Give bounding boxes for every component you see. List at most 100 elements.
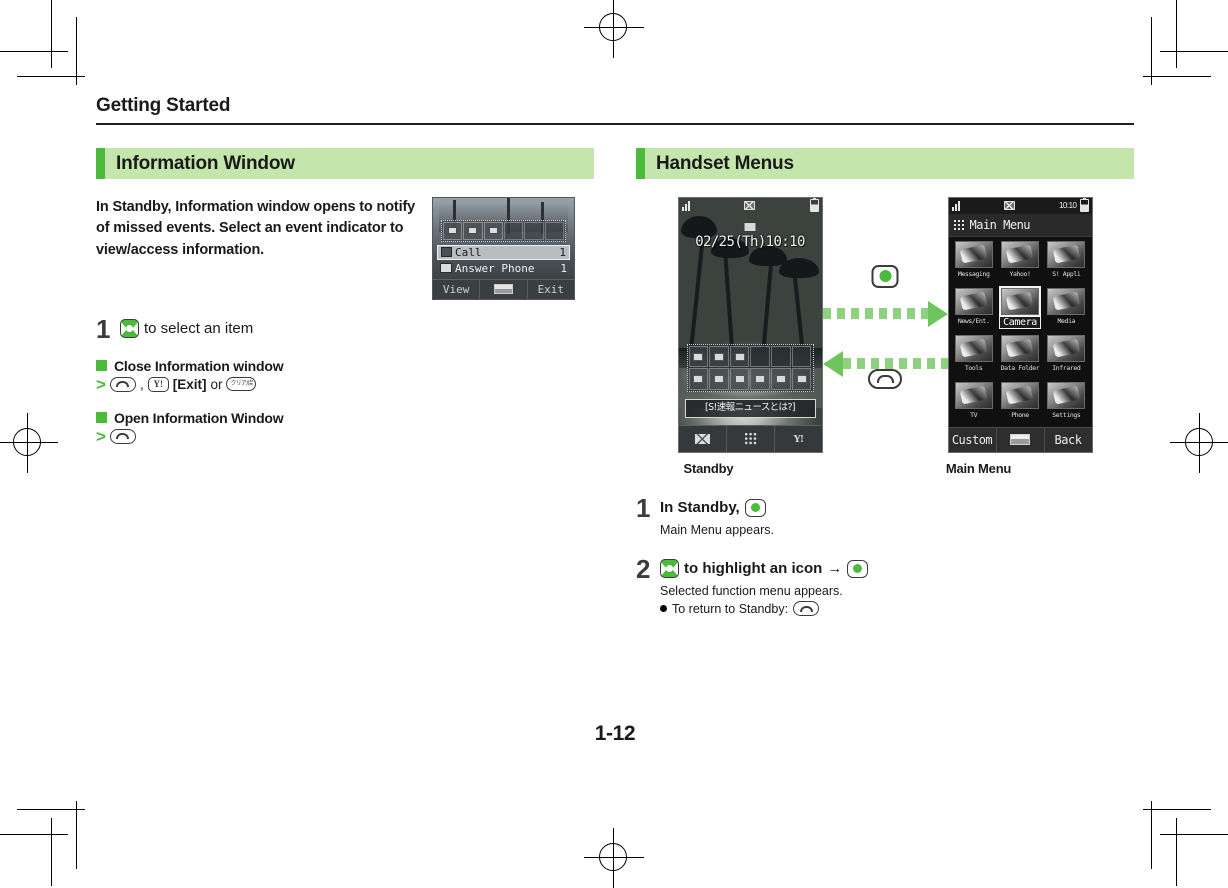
softkey-center[interactable] [997, 427, 1045, 452]
signal-icon [951, 200, 960, 211]
tray-icon[interactable] [688, 368, 709, 390]
running-head: Getting Started [96, 95, 231, 116]
menu-item-yahoo[interactable]: Yahoo! [997, 239, 1043, 286]
answer-phone-icon [440, 263, 452, 274]
right-step-2: 2 to highlight an icon → Selected functi… [636, 556, 1134, 617]
tray-icon[interactable] [729, 345, 750, 368]
multi-selector-key-icon[interactable] [120, 319, 139, 339]
flow-forward-key[interactable] [871, 264, 899, 288]
page-content: Getting Started Information Window In St… [96, 95, 1134, 816]
main-menu-title: Main Menu [969, 217, 1031, 232]
tray-icon[interactable] [791, 345, 812, 368]
tray-icon[interactable] [709, 368, 729, 390]
softkey-view[interactable]: View [433, 279, 481, 299]
main-menu-icon [743, 432, 757, 446]
section-title: Handset Menus [656, 152, 794, 174]
menu-item-messaging[interactable]: Messaging [951, 239, 997, 286]
softkey-custom[interactable]: Custom [949, 427, 997, 452]
bullet-dot-icon [660, 605, 667, 613]
left-step-1: 1 to select an item [96, 316, 594, 342]
tray-icon[interactable] [729, 368, 750, 390]
or-label: or [210, 376, 223, 392]
step-number: 1 [636, 492, 651, 523]
menu-item-label: Media [1057, 316, 1076, 325]
tray-icon[interactable] [709, 345, 729, 368]
menu-item-settings[interactable]: Settings [1043, 380, 1089, 427]
standby-status-bar [679, 197, 822, 214]
tray-icon[interactable] [750, 345, 771, 368]
info-row-call[interactable]: Call 1 [437, 244, 570, 260]
main-menu-softkey-bar: Custom Back [948, 426, 1092, 452]
flow-back-key[interactable] [868, 368, 902, 389]
infrared-icon [1047, 334, 1086, 362]
menu-item-media[interactable]: Media [1043, 286, 1089, 333]
end-key-icon[interactable] [793, 601, 820, 617]
menu-item-phone[interactable]: Phone [997, 380, 1043, 427]
tray-icon[interactable] [771, 368, 791, 390]
left-column: Information Window In Standby, Informati… [96, 147, 594, 617]
tray-icon[interactable] [750, 368, 771, 390]
end-key-icon[interactable] [868, 368, 902, 389]
softkey-center[interactable] [480, 279, 528, 299]
center-key-icon[interactable] [847, 559, 869, 578]
menu-item-label: Camera [999, 315, 1041, 329]
tray-icon[interactable] [791, 368, 812, 390]
menu-item-camera[interactable]: Camera [997, 285, 1043, 333]
softkey-yahoo[interactable]: Y! [775, 426, 822, 452]
menu-item-label: Phone [1011, 410, 1029, 419]
s-appli-icon [1047, 240, 1086, 268]
center-key-icon[interactable] [871, 264, 899, 288]
bar-icon [1010, 434, 1030, 446]
menu-item-s-appli[interactable]: S! Appli [1043, 239, 1089, 286]
menu-item-data-folder[interactable]: Data Folder [997, 333, 1043, 380]
standby-icon-tray[interactable] [686, 343, 814, 392]
comma-separator: , [139, 376, 144, 392]
registration-mark-right [1170, 413, 1228, 473]
end-key-icon[interactable] [109, 376, 136, 392]
yahoo-icon [1000, 240, 1039, 268]
standby-screenshot: 02/25(Th)10:10 [S!速報ニュースとは?] Y! [677, 196, 823, 453]
right-column: Handset Menus 02/25(Th)10:10 [S!速報ニュースとは… [636, 147, 1134, 617]
header-rule [96, 122, 1134, 125]
tray-icon[interactable] [688, 345, 709, 368]
page-number: 1-12 [594, 722, 636, 745]
menu-item-label: S! Appli [1052, 269, 1081, 278]
main-menu-title-bar: Main Menu [948, 213, 1092, 237]
right-step-1: 1 In Standby, Main Menu appears. [636, 492, 1134, 540]
info-row-count: 1 [559, 245, 566, 259]
softkey-mail[interactable] [679, 425, 727, 452]
step-note: Main Menu appears. [660, 522, 774, 537]
center-key-icon[interactable] [744, 498, 766, 517]
menu-item-label: Settings [1052, 410, 1081, 419]
lead-paragraph: In Standby, Information window opens to … [96, 198, 416, 258]
signal-icon [681, 200, 690, 211]
clear-key-icon[interactable]: クリア/戻 [226, 377, 257, 392]
section-header-handset-menus: Handset Menus [636, 147, 1134, 179]
yahoo-key-icon[interactable]: Y! [147, 376, 169, 392]
bullet-text: To return to Standby: [672, 601, 789, 616]
softkey-back[interactable]: Back [1045, 428, 1092, 452]
menu-item-tools[interactable]: Tools [951, 333, 997, 380]
softkey-exit[interactable]: Exit [528, 280, 574, 299]
tray-icon[interactable] [771, 345, 791, 368]
menu-item-news-ent[interactable]: News/Ent. [951, 286, 997, 333]
news-ent-icon [954, 287, 993, 315]
end-key-icon[interactable] [109, 428, 136, 444]
step-text: In Standby, [660, 498, 740, 516]
media-icon [1047, 287, 1086, 315]
menu-item-tv[interactable]: TV [951, 380, 997, 427]
call-icon [441, 247, 452, 258]
flow-connector [822, 197, 948, 453]
battery-icon [809, 197, 819, 213]
menu-item-infrared[interactable]: Infrared [1043, 333, 1089, 380]
softkey-main-menu[interactable] [727, 425, 775, 452]
phone-icon [1000, 381, 1039, 409]
battery-icon [1079, 197, 1089, 213]
standby-news-ticker[interactable]: [S!速報ニュースとは?] [684, 398, 816, 418]
clear-key-text: クリア/戻 [230, 380, 253, 388]
info-row-answer-phone[interactable]: Answer Phone 1 [437, 261, 570, 276]
multi-selector-key-icon[interactable] [660, 559, 679, 579]
menu-item-label: TV [970, 410, 978, 419]
info-row-label: Call [455, 245, 482, 259]
subheading-label: Close Information window [114, 357, 284, 374]
